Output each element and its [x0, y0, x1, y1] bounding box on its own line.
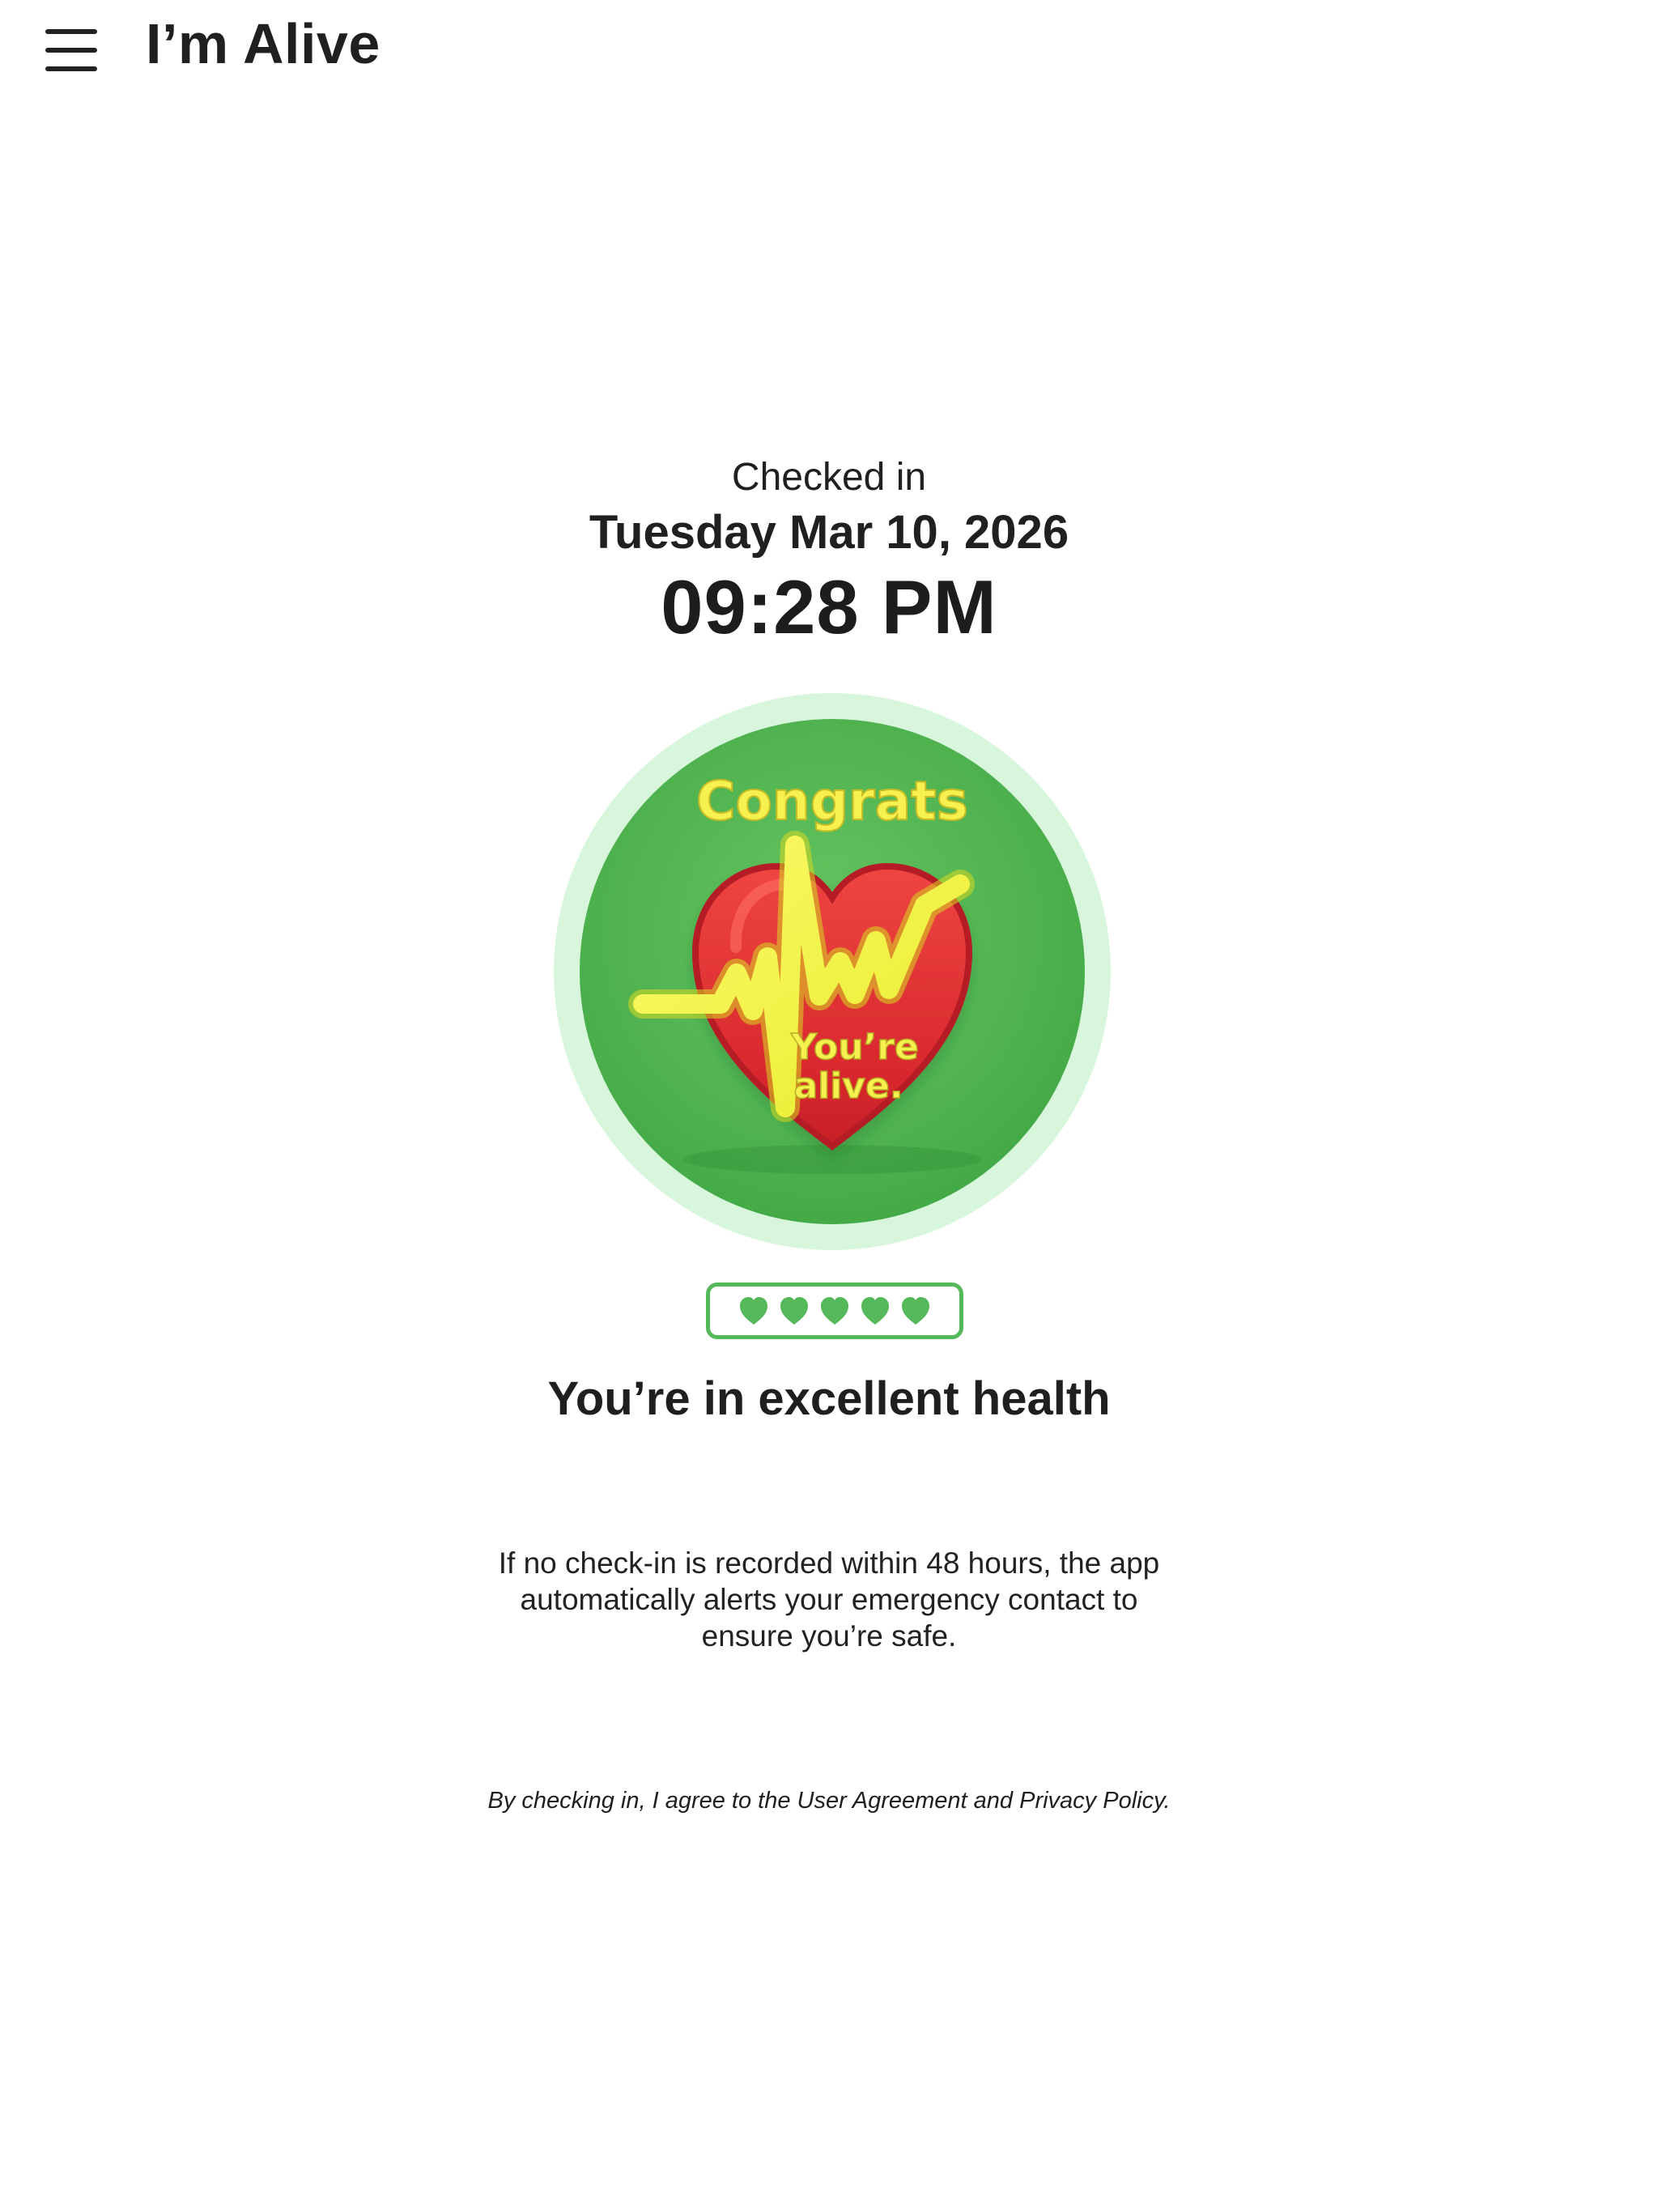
heart-icon [861, 1297, 889, 1325]
heart-icon [902, 1297, 929, 1325]
badge-line-1: You’re [790, 1027, 919, 1068]
heart-icon [780, 1297, 808, 1325]
emergency-info-line-2: automatically alerts your emergency cont… [520, 1583, 1138, 1616]
heartbeat-heart-icon: Congrats You’re alive. [554, 693, 1111, 1250]
legal-disclaimer: By checking in, I agree to the User Agre… [487, 1788, 1171, 1814]
emergency-info-line-3: ensure you’re safe. [701, 1619, 957, 1653]
hamburger-menu-icon[interactable] [39, 21, 104, 79]
alive-badge: Congrats You’re alive. [554, 693, 1111, 1250]
health-status: You’re in excellent health [547, 1372, 1111, 1425]
health-rating [706, 1283, 963, 1339]
app-title: I’m Alive [146, 12, 380, 75]
badge-headline: Congrats [696, 770, 968, 832]
app-header: I’m Alive [0, 0, 1658, 105]
checked-in-time: 09:28 PM [661, 564, 997, 649]
heart-icon [821, 1297, 848, 1325]
hamburger-menu-icon-svg [45, 29, 97, 71]
heart-icon [740, 1297, 767, 1325]
checked-in-date: Tuesday Mar 10, 2026 [589, 506, 1069, 559]
emergency-info-line-1: If no check-in is recorded within 48 hou… [498, 1546, 1160, 1580]
emergency-info: If no check-in is recorded within 48 hou… [465, 1545, 1193, 1654]
badge-line-2: alive. [793, 1066, 903, 1107]
checked-in-label: Checked in [731, 456, 927, 499]
